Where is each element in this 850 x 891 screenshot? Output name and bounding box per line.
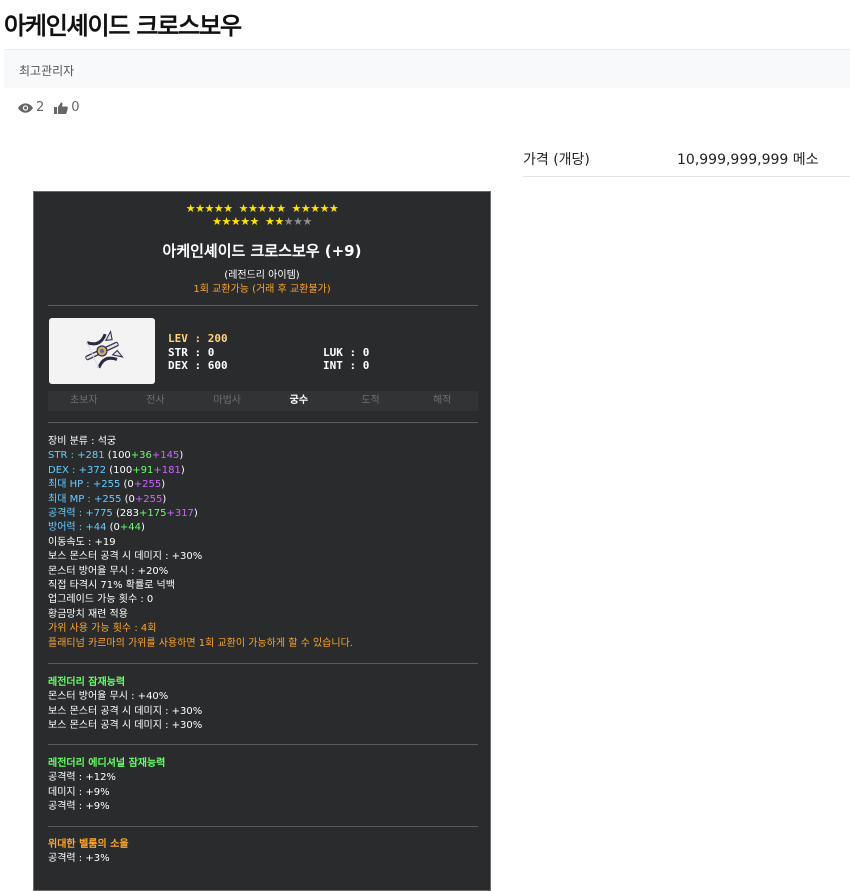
- item-name: 아케인셰이드 크로스보우 (+9): [162, 242, 362, 260]
- req-dex: DEX : 600: [168, 359, 228, 372]
- potential-section: 레전더리 잠재능력 몬스터 방어율 무시 : +40% 보스 몬스터 공격 시 …: [48, 676, 202, 734]
- divider: [48, 826, 478, 827]
- additional-line: 공격력 : +9%: [48, 801, 110, 813]
- star-icon: ★: [283, 215, 294, 228]
- item-grade: (레전드리 아이템): [224, 270, 300, 281]
- stat-line-attack: 공격력 : +775 (283+175+317): [48, 508, 198, 520]
- eye-icon: [18, 102, 33, 113]
- author-bar: 최고관리자: [4, 49, 850, 88]
- star-icon: ★: [276, 202, 286, 215]
- star-icon: ★: [247, 202, 258, 215]
- soul-section: 위대한 벨룸의 소울 공격력 : +3%: [48, 838, 129, 867]
- job-magician: 마법사: [213, 395, 241, 406]
- star-icon: ★: [221, 215, 232, 228]
- star-icon: ★: [291, 202, 301, 215]
- star-icon: ★: [213, 202, 224, 215]
- divider: [48, 422, 478, 423]
- additional-potential-title: 레전더리 에디셔널 잠재능력: [48, 758, 166, 769]
- stat-line-hp: 최대 HP : +255 (0+255): [48, 479, 166, 491]
- star-icon: ★: [223, 202, 233, 215]
- item-icon-box: [49, 318, 155, 384]
- option-line: 업그레이드 가능 횟수 : 0: [48, 594, 154, 606]
- karma-note: 플래티넘 카르마의 가위를 사용하면 1회 교환이 가능하게 할 수 있습니다.: [48, 637, 353, 649]
- req-level: LEV : 200: [168, 332, 228, 345]
- requirements-left: LEV : 200 STR : 0 DEX : 600: [168, 332, 228, 373]
- option-line: 보스 몬스터 공격 시 데미지 : +30%: [48, 551, 203, 563]
- req-str: STR : 0: [168, 345, 215, 359]
- star-icon: ★: [185, 202, 196, 215]
- req-int: INT : 0: [323, 359, 370, 372]
- req-luk: LUK : 0: [323, 345, 370, 359]
- star-icon: ★: [265, 215, 275, 228]
- job-beginner: 초보자: [70, 395, 98, 406]
- star-icon: ★: [257, 202, 267, 215]
- divider: [48, 305, 478, 306]
- item-tooltip: ★★★★★ ★★★★★ ★★★★★ ★★★★★ ★★★★★ 아케인셰이드 크로스보우 (…: [33, 191, 491, 891]
- soul-title: 위대한 벨룸의 소울: [48, 839, 129, 850]
- star-icon: ★: [238, 202, 249, 215]
- star-force-display: ★★★★★ ★★★★★ ★★★★★ ★★★★★ ★★★★★: [34, 202, 490, 228]
- additional-line: 공격력 : +12%: [48, 772, 116, 784]
- divider: [48, 663, 478, 664]
- star-icon: ★: [230, 215, 241, 228]
- equip-category: 장비 분류 : 석궁: [48, 436, 117, 447]
- potential-line: 보스 몬스터 공격 시 데미지 : +30%: [48, 705, 203, 717]
- star-icon: ★: [328, 202, 339, 215]
- star-icon: ★: [293, 215, 303, 228]
- star-icon: ★: [204, 202, 214, 215]
- option-line: 직접 타격시 71% 확률로 넉백: [48, 580, 175, 592]
- additional-potential-section: 레전더리 에디셔널 잠재능력 공격력 : +12% 데미지 : +9% 공격력 …: [48, 757, 165, 815]
- item-options: 장비 분류 : 석궁 STR : +281 (100+36+145) DEX :…: [48, 435, 353, 651]
- stat-line-dex: DEX : +372 (100+91+181): [48, 464, 185, 476]
- post-stats: 2 0: [18, 100, 90, 115]
- price-row: 가격 (개당) 10,999,999,999 메소: [523, 140, 850, 177]
- star-icon: ★: [300, 202, 311, 215]
- star-icon: ★: [240, 215, 250, 228]
- potential-title: 레전더리 잠재능력: [48, 677, 126, 688]
- star-icon: ★: [302, 215, 313, 228]
- job-bowman: 궁수: [289, 395, 309, 406]
- soul-line: 공격력 : +3%: [48, 853, 110, 865]
- job-warrior: 전사: [146, 395, 165, 406]
- price-value: 10,999,999,999 메소: [677, 152, 819, 168]
- option-line: 황금망치 재련 적용: [48, 608, 128, 620]
- option-line: 몬스터 방어율 무시 : +20%: [48, 565, 169, 577]
- job-thief: 도적: [361, 395, 380, 406]
- price-label: 가격 (개당): [523, 152, 590, 168]
- stat-line-str: STR : +281 (100+36+145): [48, 450, 184, 462]
- star-icon: ★: [266, 202, 277, 215]
- star-icon: ★: [212, 215, 222, 228]
- job-bar: 초보자 전사 마법사 궁수 도적 해적: [48, 391, 478, 411]
- view-count-value: 2: [36, 100, 45, 115]
- view-count: 2: [18, 100, 44, 115]
- like-count[interactable]: 0: [54, 100, 80, 115]
- additional-line: 데미지 : +9%: [48, 786, 110, 798]
- star-icon: ★: [310, 202, 320, 215]
- potential-line: 보스 몬스터 공격 시 데미지 : +30%: [48, 720, 203, 732]
- star-icon: ★: [319, 202, 330, 215]
- job-pirate: 해적: [432, 395, 452, 406]
- divider: [48, 744, 478, 745]
- thumbs-up-icon: [54, 102, 69, 114]
- star-icon: ★: [274, 215, 284, 228]
- trade-info: 1회 교환가능 (거래 후 교환불가): [193, 284, 331, 295]
- stat-line-mp: 최대 MP : +255 (0+255): [48, 493, 167, 505]
- post-title: 아케인셰이드 크로스보우: [4, 12, 242, 40]
- potential-line: 몬스터 방어율 무시 : +40%: [48, 691, 169, 703]
- requirements-right: LUK : 0 INT : 0: [323, 332, 369, 373]
- option-line: 이동속도 : +19: [48, 536, 116, 548]
- star-icon: ★: [249, 215, 260, 228]
- scissors-count: 가위 사용 가능 횟수 : 4회: [48, 623, 157, 635]
- stat-line-defense: 방어력 : +44 (0+44): [48, 522, 145, 534]
- crossbow-icon: [85, 330, 124, 369]
- like-count-value: 0: [71, 100, 80, 115]
- author-name[interactable]: 최고관리자: [19, 62, 74, 79]
